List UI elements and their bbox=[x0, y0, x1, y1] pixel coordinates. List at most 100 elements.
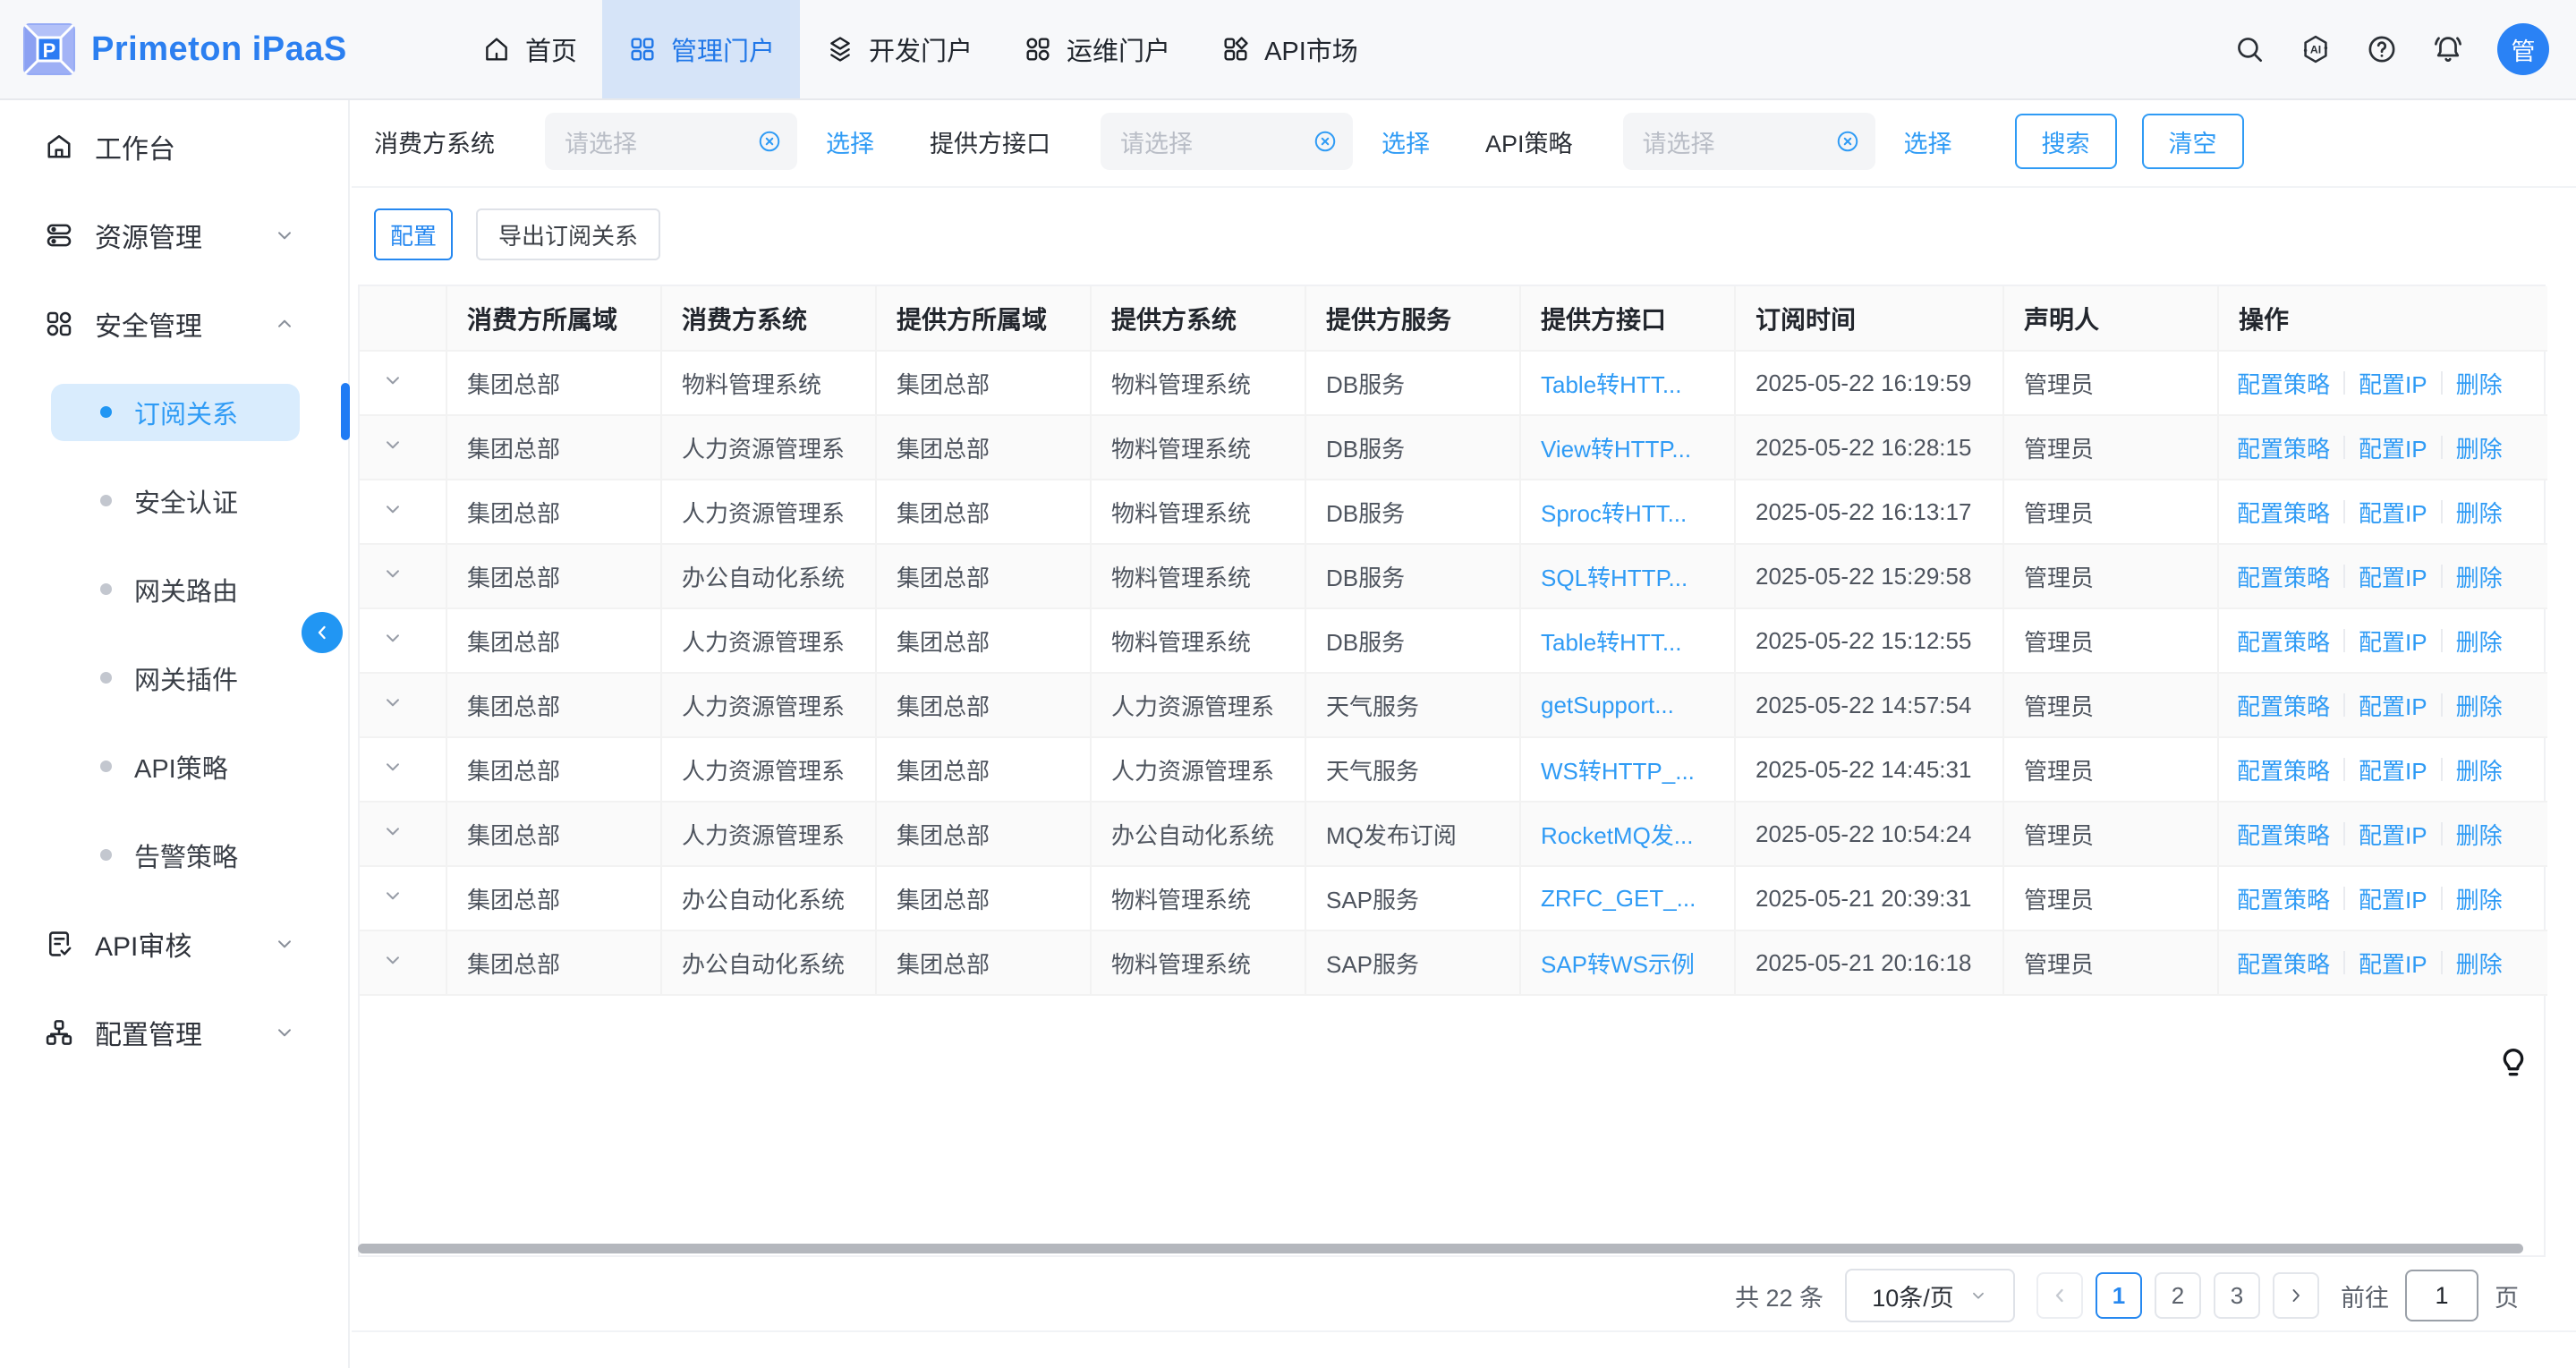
configure-ip-link[interactable]: 配置IP bbox=[2345, 753, 2441, 786]
configure-policy-link[interactable]: 配置策略 bbox=[2237, 431, 2343, 464]
choose-link[interactable]: 选择 bbox=[1904, 124, 1952, 159]
prev-page-button[interactable] bbox=[2036, 1272, 2083, 1319]
configure-policy-link[interactable]: 配置策略 bbox=[2237, 560, 2343, 593]
provider-interface-link[interactable]: Table转HTT... bbox=[1541, 371, 1682, 398]
configure-ip-link[interactable]: 配置IP bbox=[2345, 882, 2441, 915]
delete-link[interactable]: 删除 bbox=[2443, 818, 2516, 851]
row-expand-icon[interactable] bbox=[381, 691, 404, 714]
next-page-button[interactable] bbox=[2273, 1272, 2319, 1319]
page-button-1[interactable]: 1 bbox=[2096, 1272, 2142, 1319]
api-policy-select[interactable]: 请选择 bbox=[1623, 113, 1875, 170]
top-nav-ops-portal[interactable]: 运维门户 bbox=[998, 0, 1195, 98]
configure-ip-link[interactable]: 配置IP bbox=[2345, 625, 2441, 658]
consumer-system-select[interactable]: 请选择 bbox=[545, 113, 797, 170]
provider-interface-link[interactable]: SQL转HTTP... bbox=[1541, 565, 1688, 591]
provider-interface-link[interactable]: getSupport... bbox=[1541, 692, 1674, 718]
goto-page-input[interactable] bbox=[2405, 1270, 2478, 1321]
page-button-3[interactable]: 3 bbox=[2214, 1272, 2260, 1319]
configure-button[interactable]: 配置 bbox=[374, 208, 453, 260]
clear-icon[interactable] bbox=[1312, 128, 1339, 155]
horizontal-scrollbar[interactable] bbox=[358, 1244, 2523, 1253]
provider-interface-link[interactable]: SAP转WS示例 bbox=[1541, 951, 1695, 978]
provider-interface-select[interactable]: 请选择 bbox=[1101, 113, 1353, 170]
brand[interactable]: P Primeton iPaaS bbox=[22, 0, 347, 98]
export-subscriptions-button[interactable]: 导出订阅关系 bbox=[476, 208, 660, 260]
sidebar-item-api-policy[interactable]: API策略 bbox=[0, 722, 348, 811]
configure-ip-link[interactable]: 配置IP bbox=[2345, 367, 2441, 400]
top-nav-dev-portal[interactable]: 开发门户 bbox=[800, 0, 998, 98]
column-header: 提供方系统 bbox=[1091, 286, 1305, 351]
column-header: 消费方所属域 bbox=[446, 286, 661, 351]
row-expand-icon[interactable] bbox=[381, 755, 404, 778]
sidebar-item-subscription[interactable]: 订阅关系 bbox=[0, 368, 348, 456]
row-expand-icon[interactable] bbox=[381, 626, 404, 650]
top-nav-label: API市场 bbox=[1264, 30, 1358, 68]
top-nav-api-market[interactable]: API市场 bbox=[1195, 0, 1383, 98]
avatar[interactable]: 管 bbox=[2497, 23, 2549, 75]
configure-policy-link[interactable]: 配置策略 bbox=[2237, 689, 2343, 722]
sidebar-item-security-auth[interactable]: 安全认证 bbox=[0, 456, 348, 545]
table-cell: 管理员 bbox=[2003, 802, 2218, 866]
clear-icon[interactable] bbox=[756, 128, 783, 155]
row-expand-icon[interactable] bbox=[381, 369, 404, 392]
top-nav-home[interactable]: 首页 bbox=[456, 0, 602, 98]
configure-ip-link[interactable]: 配置IP bbox=[2345, 818, 2441, 851]
top-nav-admin-portal[interactable]: 管理门户 bbox=[602, 0, 800, 98]
sidebar-item-api-audit[interactable]: API审核 bbox=[0, 899, 348, 988]
provider-interface-link[interactable]: ZRFC_GET_... bbox=[1541, 885, 1696, 912]
delete-link[interactable]: 删除 bbox=[2443, 753, 2516, 786]
configure-ip-link[interactable]: 配置IP bbox=[2345, 560, 2441, 593]
row-expand-icon[interactable] bbox=[381, 562, 404, 585]
delete-link[interactable]: 删除 bbox=[2443, 367, 2516, 400]
page-size-select[interactable]: 10条/页 bbox=[1845, 1269, 2015, 1322]
help-icon[interactable] bbox=[2365, 32, 2399, 66]
configure-policy-link[interactable]: 配置策略 bbox=[2237, 367, 2343, 400]
row-expand-icon[interactable] bbox=[381, 820, 404, 843]
delete-link[interactable]: 删除 bbox=[2443, 947, 2516, 980]
sidebar-collapse-button[interactable] bbox=[302, 612, 343, 653]
search-icon[interactable] bbox=[2232, 32, 2266, 66]
configure-policy-link[interactable]: 配置策略 bbox=[2237, 753, 2343, 786]
configure-policy-link[interactable]: 配置策略 bbox=[2237, 818, 2343, 851]
configure-policy-link[interactable]: 配置策略 bbox=[2237, 496, 2343, 529]
choose-link[interactable]: 选择 bbox=[826, 124, 874, 159]
sidebar-item-resource-mgmt[interactable]: 资源管理 bbox=[0, 191, 348, 279]
provider-interface-link[interactable]: Table转HTT... bbox=[1541, 629, 1682, 656]
provider-interface-link[interactable]: WS转HTTP_... bbox=[1541, 758, 1695, 785]
table-cell: 人力资源管理系 bbox=[661, 802, 876, 866]
delete-link[interactable]: 删除 bbox=[2443, 431, 2516, 464]
configure-ip-link[interactable]: 配置IP bbox=[2345, 431, 2441, 464]
sidebar-item-workbench[interactable]: 工作台 bbox=[0, 102, 348, 191]
sidebar-item-gateway-plugin[interactable]: 网关插件 bbox=[0, 633, 348, 722]
row-expand-icon[interactable] bbox=[381, 948, 404, 972]
clear-button[interactable]: 清空 bbox=[2142, 114, 2244, 169]
configure-ip-link[interactable]: 配置IP bbox=[2345, 689, 2441, 722]
bell-icon[interactable] bbox=[2431, 32, 2465, 66]
sidebar-item-security-mgmt[interactable]: 安全管理 bbox=[0, 279, 348, 368]
lightbulb-icon[interactable] bbox=[2495, 1045, 2531, 1081]
choose-link[interactable]: 选择 bbox=[1382, 124, 1430, 159]
configure-policy-link[interactable]: 配置策略 bbox=[2237, 882, 2343, 915]
delete-link[interactable]: 删除 bbox=[2443, 625, 2516, 658]
row-expand-icon[interactable] bbox=[381, 497, 404, 521]
configure-ip-link[interactable]: 配置IP bbox=[2345, 947, 2441, 980]
sidebar-item-gateway-route[interactable]: 网关路由 bbox=[0, 545, 348, 633]
clear-icon[interactable] bbox=[1834, 128, 1861, 155]
sidebar-item-config-mgmt[interactable]: 配置管理 bbox=[0, 988, 348, 1076]
configure-policy-link[interactable]: 配置策略 bbox=[2237, 625, 2343, 658]
sidebar-item-alert-policy[interactable]: 告警策略 bbox=[0, 811, 348, 899]
search-button[interactable]: 搜索 bbox=[2015, 114, 2117, 169]
provider-interface-link[interactable]: RocketMQ发... bbox=[1541, 822, 1693, 849]
provider-interface-link[interactable]: View转HTTP... bbox=[1541, 436, 1691, 463]
delete-link[interactable]: 删除 bbox=[2443, 496, 2516, 529]
page-button-2[interactable]: 2 bbox=[2155, 1272, 2201, 1319]
ai-icon[interactable]: AI bbox=[2299, 32, 2333, 66]
provider-interface-link[interactable]: Sproc转HTT... bbox=[1541, 500, 1687, 527]
delete-link[interactable]: 删除 bbox=[2443, 882, 2516, 915]
row-expand-icon[interactable] bbox=[381, 433, 404, 456]
row-expand-icon[interactable] bbox=[381, 884, 404, 907]
configure-policy-link[interactable]: 配置策略 bbox=[2237, 947, 2343, 980]
delete-link[interactable]: 删除 bbox=[2443, 560, 2516, 593]
delete-link[interactable]: 删除 bbox=[2443, 689, 2516, 722]
configure-ip-link[interactable]: 配置IP bbox=[2345, 496, 2441, 529]
